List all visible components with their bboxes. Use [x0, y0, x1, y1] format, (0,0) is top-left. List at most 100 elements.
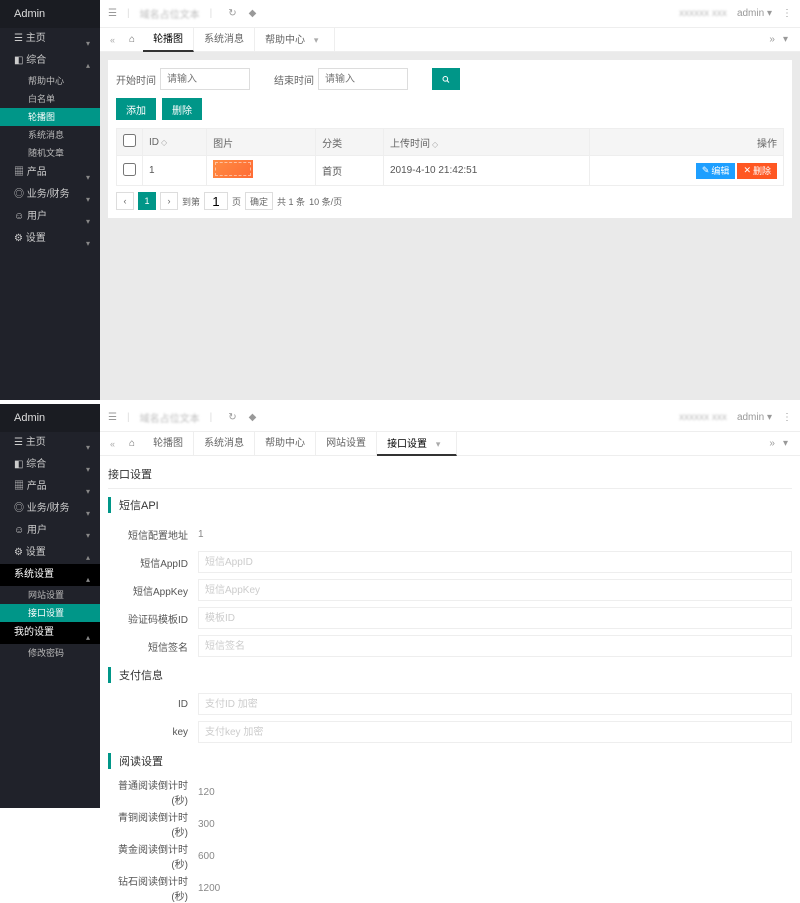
read-bronze-label: 青铜阅读倒计时(秒) [108, 809, 198, 839]
tabs-prev-icon[interactable]: « [104, 439, 121, 449]
sidebar: Admin ☰ 主页▾ ◧ 综合▾ ▦ 产品▾ ◎ 业务/财务▾ ☺ 用户▾ ⚙… [0, 404, 100, 808]
chevron-up-icon: ▴ [86, 55, 90, 77]
pay-id-input[interactable] [198, 693, 792, 715]
tab-site[interactable]: 网站设置 [316, 432, 377, 456]
nav-bizfin[interactable]: ◎ 业务/财务▾ [0, 184, 100, 206]
nav-user[interactable]: ☺ 用户▾ [0, 206, 100, 228]
sms-tpl-input[interactable] [198, 607, 792, 629]
tab-help[interactable]: 帮助中心 ▾ [255, 28, 335, 52]
tabs-next-icon[interactable]: » [769, 34, 775, 45]
thumbnail-image [213, 160, 253, 178]
theme-icon[interactable]: ◆ [249, 412, 257, 423]
sidebar: Admin ☰ 主页▾ ◧ 综合▴ 帮助中心 白名单 轮播图 系统消息 随机文章… [0, 0, 100, 400]
nav-sub-carousel[interactable]: 轮播图 [0, 108, 100, 126]
tab-sysmsg[interactable]: 系统消息 [194, 432, 255, 456]
refresh-icon[interactable]: ↻ [228, 8, 236, 19]
tab-sysmsg[interactable]: 系统消息 [194, 28, 255, 52]
nav-home[interactable]: ☰ 主页▾ [0, 432, 100, 454]
nav-settings[interactable]: ⚙ 设置▴ [0, 542, 100, 564]
nav-sub-white[interactable]: 白名单 [0, 90, 100, 108]
data-table: ID◇ 图片 分类 上传时间◇ 操作 1 首页 2019-4-10 21:42:… [116, 128, 784, 186]
nav-settings[interactable]: ⚙ 设置▾ [0, 228, 100, 250]
nav-api-settings[interactable]: 接口设置 [0, 604, 100, 622]
menu-toggle-icon[interactable]: ☰ [108, 412, 117, 423]
tab-api[interactable]: 接口设置 ▾ [377, 432, 457, 456]
menu-toggle-icon[interactable]: ☰ [108, 8, 117, 19]
table-row: 1 首页 2019-4-10 21:42:51 ✎ 编辑 ✕ 删除 [117, 156, 784, 186]
user-menu[interactable]: admin ▾ [737, 412, 772, 423]
sms-appid-label: 短信AppID [108, 555, 198, 570]
nav-sys-settings[interactable]: 系统设置▴ [0, 564, 100, 586]
search-button[interactable] [432, 68, 460, 90]
col-id[interactable]: ID◇ [143, 129, 207, 156]
col-op: 操作 [590, 129, 784, 156]
edit-button[interactable]: ✎ 编辑 [696, 163, 736, 179]
tab-home-icon[interactable]: ⌂ [121, 438, 143, 449]
page-1[interactable]: 1 [138, 192, 156, 210]
tabs-next-icon[interactable]: » [769, 438, 775, 449]
add-button[interactable]: 添加 [116, 98, 156, 120]
breadcrumb-blur: 域名占位文本 [140, 6, 200, 21]
theme-icon[interactable]: ◆ [249, 8, 257, 19]
tab-carousel[interactable]: 轮播图 [143, 432, 194, 456]
row-delete-button[interactable]: ✕ 删除 [737, 163, 777, 179]
col-cat: 分类 [316, 129, 384, 156]
pay-id-label: ID [108, 699, 198, 710]
content-panel: 开始时间 结束时间 添加 删除 ID◇ [108, 60, 792, 218]
nav-sub-sysmsg[interactable]: 系统消息 [0, 126, 100, 144]
nav-product[interactable]: ▦ 产品▾ [0, 162, 100, 184]
nav-my-settings[interactable]: 我的设置▴ [0, 622, 100, 644]
cell-cat: 首页 [316, 156, 384, 186]
delete-button[interactable]: 删除 [162, 98, 202, 120]
read-bronze-value: 300 [198, 819, 792, 830]
pay-key-label: key [108, 727, 198, 738]
nav-bizfin[interactable]: ◎ 业务/财务▾ [0, 498, 100, 520]
nav-home[interactable]: ☰ 主页▾ [0, 28, 100, 50]
sms-sign-label: 短信签名 [108, 639, 198, 654]
section-read: 阅读设置 [108, 753, 792, 769]
read-diamond-label: 钻石阅读倒计时(秒) [108, 873, 198, 903]
page-prev[interactable]: ‹ [116, 192, 134, 210]
pagination: ‹ 1 › 到第 页 确定 共 1 条 10 条/页 [116, 192, 784, 210]
brand: Admin [0, 0, 100, 28]
select-all-checkbox[interactable] [123, 134, 136, 147]
more-icon[interactable]: ⋮ [782, 412, 792, 423]
brand: Admin [0, 404, 100, 432]
pay-key-input[interactable] [198, 721, 792, 743]
start-time-label: 开始时间 [116, 72, 156, 87]
user-menu[interactable]: admin ▾ [737, 8, 772, 19]
sms-appkey-input[interactable] [198, 579, 792, 601]
tabs-prev-icon[interactable]: « [104, 35, 121, 45]
tabs-menu-icon[interactable]: ▾ [783, 438, 788, 449]
sms-tpl-label: 验证码模板ID [108, 611, 198, 626]
col-time[interactable]: 上传时间◇ [384, 129, 590, 156]
tab-help[interactable]: 帮助中心 [255, 432, 316, 456]
section-sms: 短信API [108, 497, 792, 513]
tab-carousel[interactable]: 轮播图 [143, 28, 194, 52]
tabs-menu-icon[interactable]: ▾ [783, 34, 788, 45]
sms-appid-input[interactable] [198, 551, 792, 573]
end-time-label: 结束时间 [274, 72, 314, 87]
read-normal-label: 普通阅读倒计时(秒) [108, 777, 198, 807]
page-jump-input[interactable] [204, 192, 228, 210]
sms-sign-input[interactable] [198, 635, 792, 657]
start-time-input[interactable] [160, 68, 250, 90]
section-pay: 支付信息 [108, 667, 792, 683]
nav-sub-random[interactable]: 随机文章 [0, 144, 100, 162]
nav-integrated[interactable]: ◧ 综合▴ [0, 50, 100, 72]
user-info-blur: xxxxxx xxx [679, 8, 727, 19]
nav-user[interactable]: ☺ 用户▾ [0, 520, 100, 542]
page-next[interactable]: › [160, 192, 178, 210]
more-icon[interactable]: ⋮ [782, 8, 792, 19]
nav-product[interactable]: ▦ 产品▾ [0, 476, 100, 498]
tabbar: « ⌂ 轮播图 系统消息 帮助中心 网站设置 接口设置 ▾ » ▾ [100, 432, 800, 456]
tab-home-icon[interactable]: ⌂ [121, 34, 143, 45]
cell-time: 2019-4-10 21:42:51 [384, 156, 590, 186]
page-go-button[interactable]: 确定 [245, 192, 273, 210]
col-img: 图片 [207, 129, 316, 156]
sms-url-value: 1 [198, 529, 792, 540]
end-time-input[interactable] [318, 68, 408, 90]
refresh-icon[interactable]: ↻ [228, 412, 236, 423]
nav-integrated[interactable]: ◧ 综合▾ [0, 454, 100, 476]
row-checkbox[interactable] [123, 163, 136, 176]
